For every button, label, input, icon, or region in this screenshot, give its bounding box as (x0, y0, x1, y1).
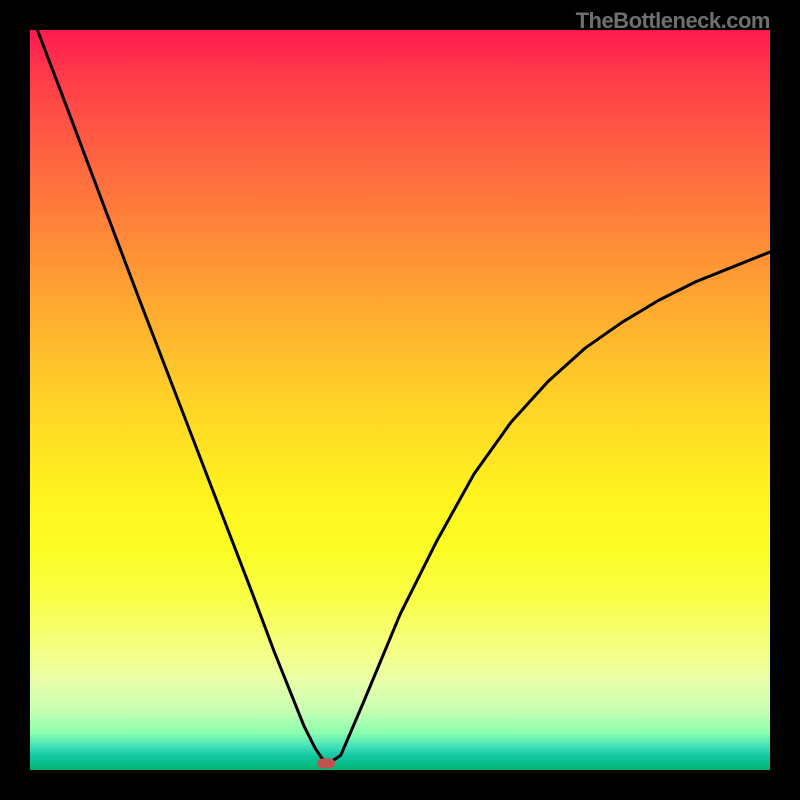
watermark-text: TheBottleneck.com (576, 8, 770, 34)
bottleneck-curve (37, 30, 770, 763)
chart-svg (30, 30, 770, 770)
chart-plot-area (30, 30, 770, 770)
minimum-marker (317, 758, 335, 768)
